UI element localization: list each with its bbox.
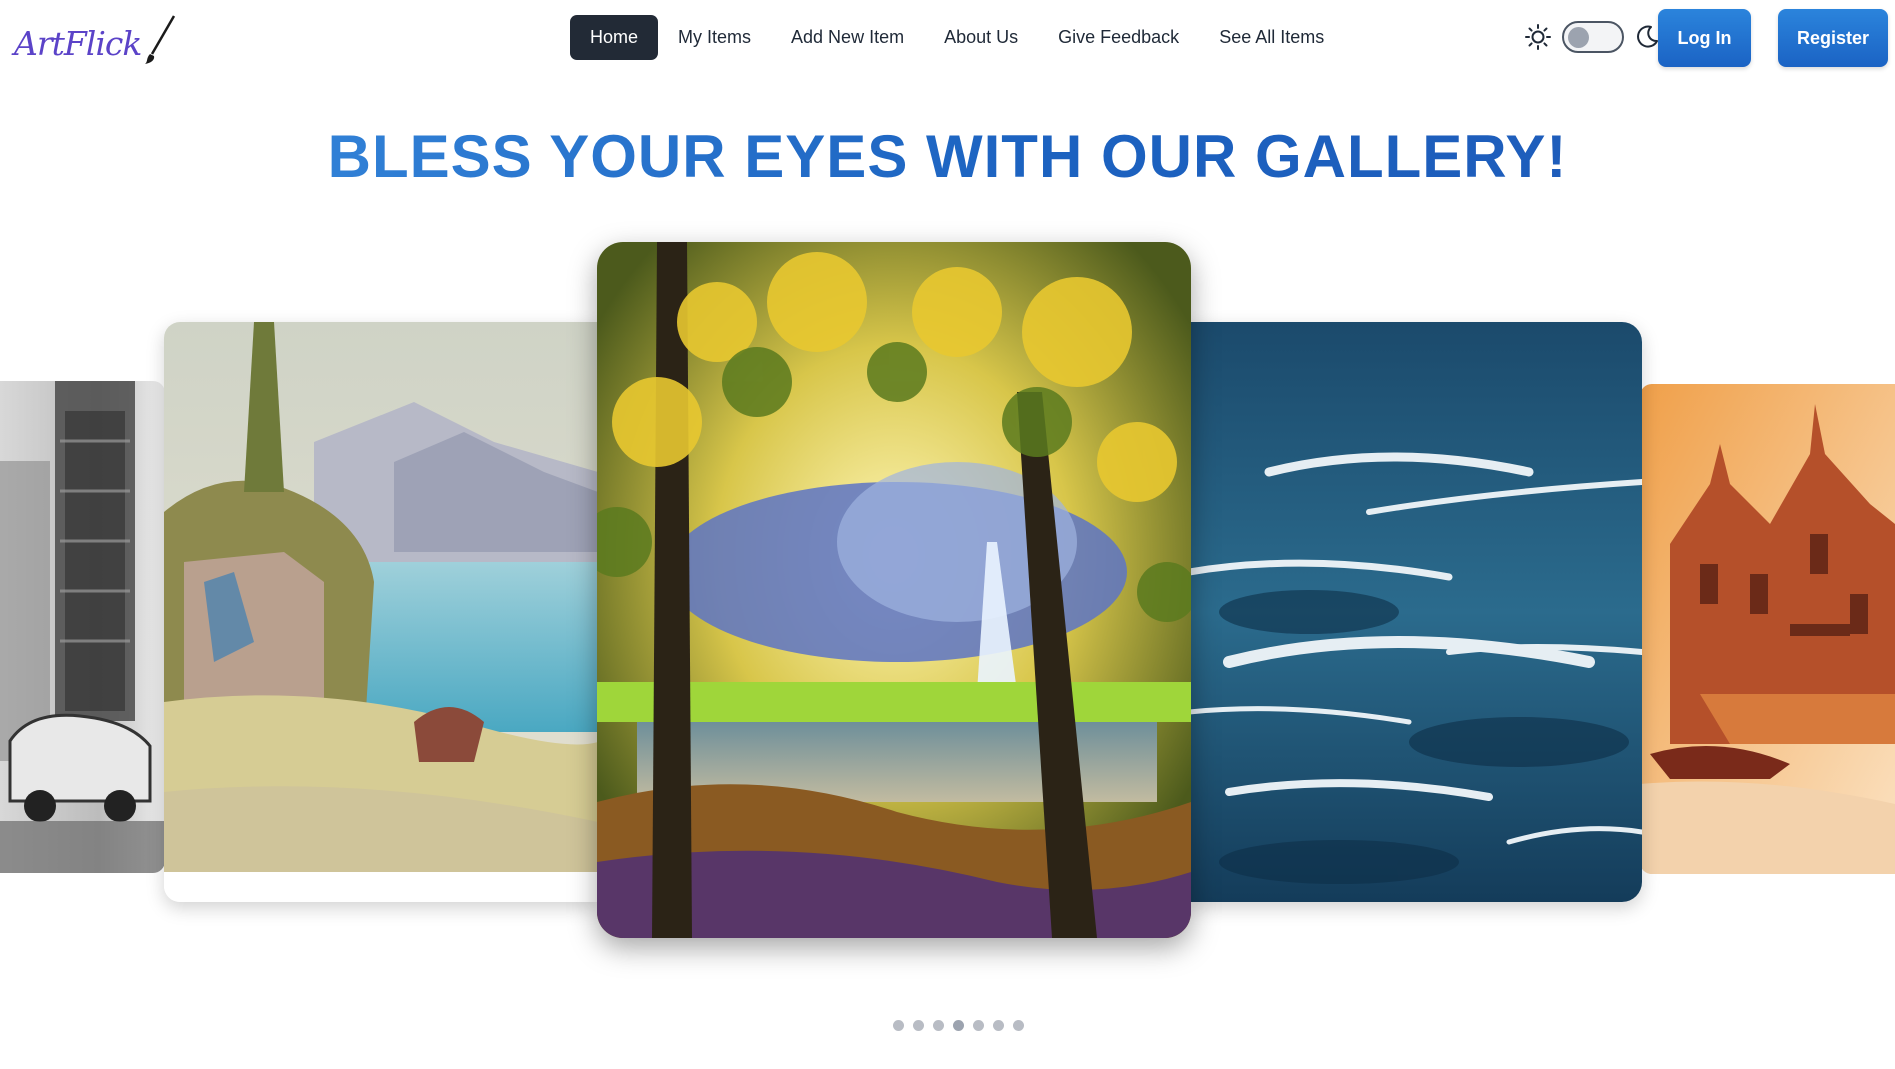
carousel-pagination: [893, 1020, 1024, 1031]
artwork-image: [1640, 384, 1895, 874]
logo[interactable]: ArtFlick: [14, 14, 176, 66]
toggle-knob: [1568, 27, 1589, 48]
sun-icon: [1525, 24, 1551, 50]
artwork-image: [0, 381, 165, 873]
login-button[interactable]: Log In: [1658, 9, 1751, 67]
dark-mode-toggle[interactable]: [1562, 21, 1624, 53]
nav-home[interactable]: Home: [570, 15, 659, 60]
main-nav: Home My Items Add New Item About Us Give…: [570, 15, 1344, 60]
carousel-dot-1[interactable]: [893, 1020, 904, 1031]
carousel-dot-5[interactable]: [973, 1020, 984, 1031]
artwork-image: [164, 322, 598, 902]
gallery-carousel: [0, 238, 1895, 958]
moon-icon: [1637, 25, 1658, 48]
navbar: ArtFlick Home My Items Add New Item Abou…: [0, 0, 1895, 74]
logo-text: ArtFlick: [14, 24, 142, 63]
carousel-dot-7[interactable]: [1013, 1020, 1024, 1031]
carousel-dot-2[interactable]: [913, 1020, 924, 1031]
artwork-image: [1189, 322, 1642, 902]
nav-my-items[interactable]: My Items: [658, 15, 771, 60]
carousel-slide-3-active[interactable]: [597, 242, 1191, 938]
carousel-slide-4[interactable]: [1189, 322, 1642, 902]
carousel-dot-4[interactable]: [953, 1020, 964, 1031]
carousel-slide-1[interactable]: [0, 381, 165, 873]
carousel-dot-3[interactable]: [933, 1020, 944, 1031]
carousel-slide-2[interactable]: [164, 322, 598, 902]
hero-title: BLESS YOUR EYES WITH OUR GALLERY!: [0, 122, 1895, 191]
nav-add-new-item[interactable]: Add New Item: [771, 15, 924, 60]
nav-about-us[interactable]: About Us: [924, 15, 1038, 60]
theme-toggle-group: [1524, 20, 1660, 54]
nav-give-feedback[interactable]: Give Feedback: [1038, 15, 1199, 60]
carousel-slide-5[interactable]: [1640, 384, 1895, 874]
artwork-image: [597, 242, 1191, 938]
paintbrush-icon: [145, 15, 176, 64]
nav-see-all-items[interactable]: See All Items: [1199, 15, 1344, 60]
carousel-dot-6[interactable]: [993, 1020, 1004, 1031]
register-button[interactable]: Register: [1778, 9, 1888, 67]
